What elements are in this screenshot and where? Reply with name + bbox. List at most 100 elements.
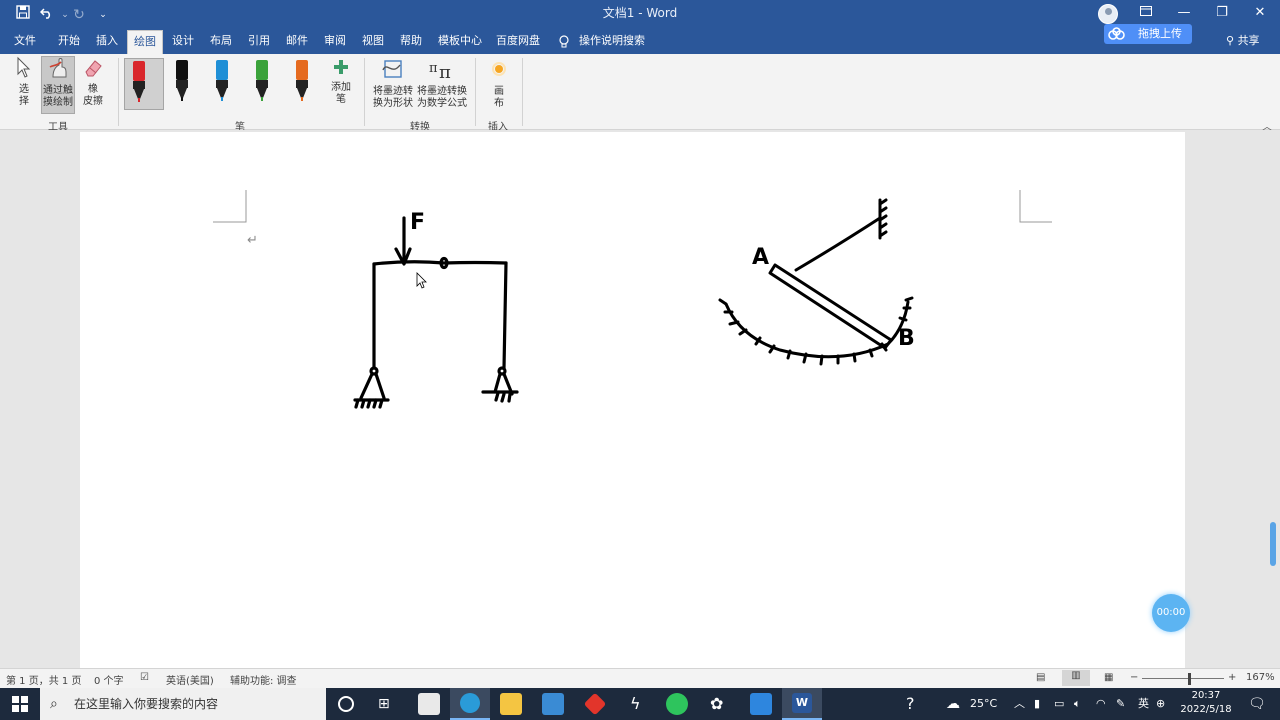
customize-quick-access-icon[interactable]: ⌄ <box>92 4 114 26</box>
minimize-icon[interactable]: — <box>1164 0 1204 26</box>
group-separator <box>118 58 119 126</box>
pen-black[interactable] <box>168 58 198 106</box>
zoom-slider-thumb[interactable] <box>1188 673 1191 685</box>
eraser-icon <box>85 60 102 77</box>
tab-baidu-netdisk[interactable]: 百度网盘 <box>490 30 546 54</box>
tab-template-center[interactable]: 模板中心 <box>432 30 488 54</box>
mail-icon[interactable] <box>542 693 564 715</box>
document-page[interactable]: ↵ F A B <box>80 132 1185 668</box>
print-layout-icon[interactable]: ▥ <box>1062 670 1090 686</box>
document-area: ↵ F A B 00:00 <box>0 130 1280 668</box>
system-clock[interactable]: 20:37 2022/5/18 <box>1178 689 1234 717</box>
share-button[interactable]: ⚲ 共享 <box>1226 32 1260 48</box>
ribbon-display-options-icon[interactable] <box>1126 0 1166 26</box>
task-view-icon[interactable]: ⊞ <box>378 688 390 720</box>
tell-me-search[interactable]: 操作说明搜索 <box>573 30 651 54</box>
tab-review[interactable]: 审阅 <box>318 30 352 54</box>
pen-red[interactable] <box>124 58 164 110</box>
user-avatar-icon[interactable] <box>1098 4 1118 24</box>
network-icon[interactable]: ▭ <box>1054 688 1064 720</box>
ink-to-shape-button[interactable]: 将墨迹转 换为形状 <box>370 56 416 114</box>
tab-layout[interactable]: 布局 <box>204 30 238 54</box>
restore-icon[interactable]: ❐ <box>1202 0 1242 26</box>
tab-mailings[interactable]: 邮件 <box>280 30 314 54</box>
zoom-out-icon[interactable]: − <box>1130 672 1138 683</box>
file-explorer-icon[interactable] <box>500 693 522 715</box>
read-mode-icon[interactable]: ▤ <box>1036 672 1045 683</box>
tab-file[interactable]: 文件 <box>8 30 42 54</box>
pen-green[interactable] <box>248 58 278 106</box>
cursor-arrow-icon <box>17 56 31 78</box>
touch-draw-icon <box>49 58 67 78</box>
tab-insert[interactable]: 插入 <box>90 30 124 54</box>
tab-draw[interactable]: 绘图 <box>127 30 163 54</box>
drawing-canvas-button[interactable]: 画 布 <box>484 56 514 114</box>
volume-icon[interactable]: 🔈︎ <box>1074 688 1081 720</box>
app-red-diamond-icon[interactable] <box>583 692 607 716</box>
tab-home[interactable]: 开始 <box>52 30 86 54</box>
app-lightning-icon[interactable]: ϟ <box>630 688 641 720</box>
draw-with-touch-button[interactable]: 通过触 摸绘制 <box>41 56 75 114</box>
red-pen-icon <box>133 61 145 102</box>
ribbon-tabs: 文件 开始 插入 绘图 设计 布局 引用 邮件 审阅 视图 帮助 模板中心 百度… <box>0 30 1280 54</box>
app-blue-arrow-icon[interactable] <box>750 693 772 715</box>
notification-icon[interactable]: 🗨︎ <box>1248 688 1266 720</box>
zoom-slider[interactable] <box>1142 678 1224 679</box>
show-hidden-icons-icon[interactable]: ︿ <box>1014 688 1025 720</box>
zoom-level[interactable]: 167% <box>1246 672 1275 683</box>
select-tool-label: 选 择 <box>19 84 29 107</box>
search-icon: ⌕ <box>50 696 58 712</box>
ink-to-math-button[interactable]: ππ 将墨迹转换 为数学公式 <box>416 56 468 114</box>
rod-in-arc-sketch <box>718 198 914 366</box>
taskbar-search-box[interactable]: ⌕ 在这里输入你要搜索的内容 <box>40 688 326 720</box>
tab-view[interactable]: 视图 <box>356 30 390 54</box>
ime-mode-icon[interactable]: ⊕ <box>1156 688 1165 720</box>
ime-indicator[interactable]: 英 <box>1138 688 1149 720</box>
recording-timer-button[interactable]: 00:00 <box>1152 594 1190 632</box>
save-icon[interactable] <box>12 4 34 26</box>
orange-pen-icon <box>296 60 308 101</box>
svg-text:π: π <box>439 62 451 82</box>
baidu-cloud-icon <box>1108 27 1125 40</box>
windows-start-icon[interactable] <box>12 696 28 715</box>
person-icon: ⚲ <box>1226 34 1238 47</box>
margin-corner-marks <box>213 190 1052 223</box>
group-separator <box>364 58 365 126</box>
help-icon[interactable]: ? <box>906 688 915 720</box>
redo-icon[interactable]: ↻ <box>68 4 90 26</box>
store-icon[interactable] <box>418 693 440 715</box>
pen-orange[interactable] <box>288 58 318 106</box>
mouse-pointer-icon <box>416 272 427 289</box>
edge-taskbar-button[interactable] <box>450 688 490 720</box>
app-gear-icon[interactable]: ✿ <box>710 688 723 720</box>
accessibility-status[interactable]: 辅助功能: 调查 <box>230 672 297 687</box>
add-pen-button[interactable]: 添加 笔 <box>326 56 356 114</box>
zoom-in-icon[interactable]: + <box>1228 672 1236 683</box>
point-b-label: B <box>898 326 915 351</box>
eraser-button[interactable]: 橡 皮擦 <box>78 56 108 114</box>
tab-help[interactable]: 帮助 <box>394 30 428 54</box>
scroll-position-indicator[interactable] <box>1270 522 1276 566</box>
draw-with-touch-label: 通过触 摸绘制 <box>43 85 73 108</box>
weather-temperature[interactable]: 25°C <box>970 688 997 720</box>
word-taskbar-button[interactable]: W <box>782 688 822 720</box>
language-indicator[interactable]: 英语(美国) <box>166 672 214 687</box>
word-count[interactable]: 0 个字 <box>94 672 124 687</box>
draw-ribbon: 选 择 通过触 摸绘制 橡 皮擦 工具 添加 笔 笔 将墨迹转 换为形状 ππ … <box>0 54 1280 133</box>
page-count[interactable]: 第 1 页，共 1 页 <box>6 672 81 687</box>
cortana-icon[interactable] <box>338 696 354 712</box>
web-layout-icon[interactable]: ▦ <box>1104 672 1113 683</box>
app-tray-icon[interactable]: ▮ <box>1034 688 1040 720</box>
tab-references[interactable]: 引用 <box>242 30 276 54</box>
document-title: 文档1 - Word <box>602 6 678 20</box>
ink-to-math-label: 将墨迹转换 为数学公式 <box>417 86 467 109</box>
wechat-icon[interactable] <box>666 693 688 715</box>
close-icon[interactable]: ✕ <box>1240 0 1280 26</box>
proofing-icon[interactable]: ☑ <box>140 672 149 683</box>
eraser-label: 橡 皮擦 <box>83 84 103 107</box>
pen-workspace-icon[interactable]: ✎ <box>1116 688 1125 720</box>
select-tool-button[interactable]: 选 择 <box>8 56 40 114</box>
wifi-icon[interactable]: ◠ <box>1096 688 1106 720</box>
tab-design[interactable]: 设计 <box>166 30 200 54</box>
pen-blue[interactable] <box>208 58 238 106</box>
